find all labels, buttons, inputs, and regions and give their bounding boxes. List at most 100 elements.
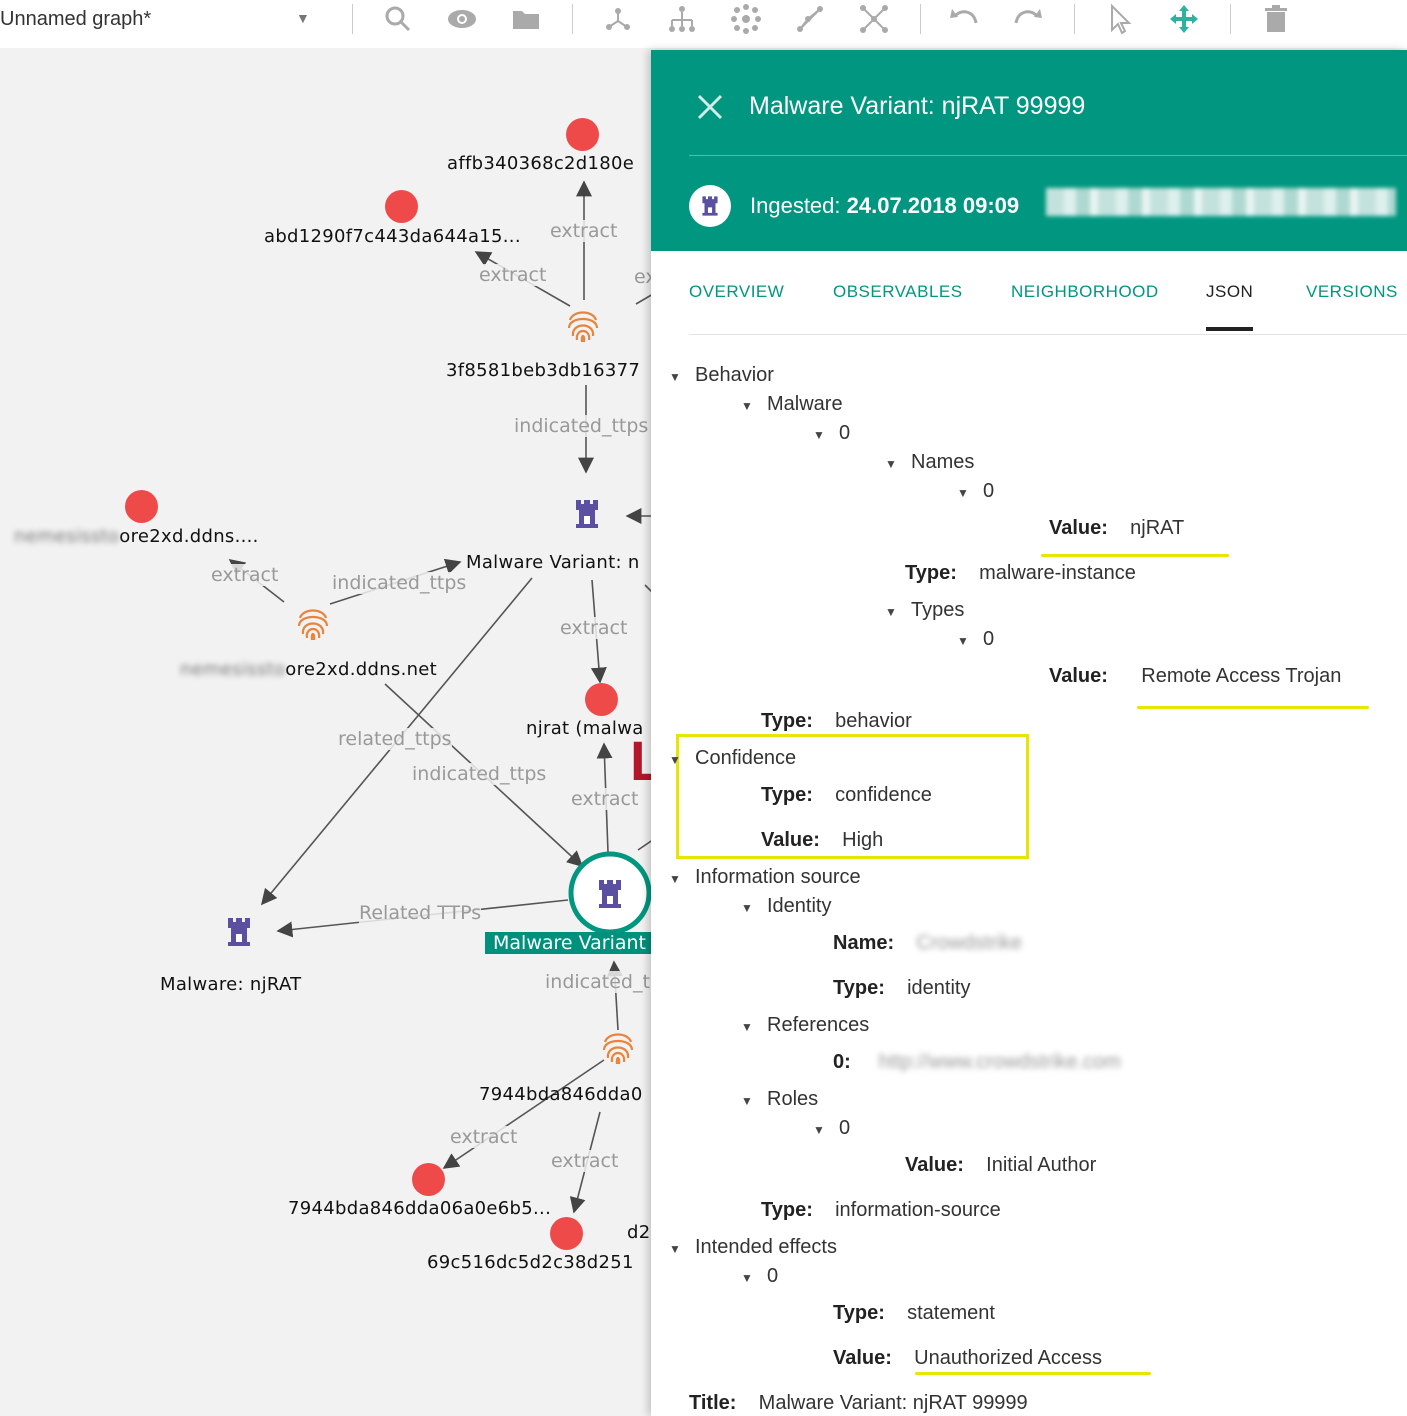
blurred-text: Crowdstrike <box>916 932 1022 954</box>
json-field: Title: Malware Variant: njRAT 99999 <box>689 1392 1028 1414</box>
caret-down-icon[interactable]: ▼ <box>669 370 695 384</box>
edge-label: indicated_ttps <box>514 415 649 437</box>
tree-node-references[interactable]: ▼ References <box>741 1014 869 1037</box>
edge-label: indicated_t <box>545 971 650 993</box>
detail-panel: Malware Variant: njRAT 99999 Ingested: 2… <box>651 50 1407 1416</box>
tab-observables[interactable]: OBSERVABLES <box>833 282 963 302</box>
tree-node-index[interactable]: ▼ 0 <box>813 422 850 445</box>
ingested-info: Ingested: 24.07.2018 09:09 <box>750 193 1019 219</box>
active-tab-indicator <box>1206 327 1253 331</box>
toolbar-divider <box>920 4 921 34</box>
blurred-text: nemesissto <box>14 526 120 547</box>
caret-down-icon[interactable]: ▼ <box>957 634 983 648</box>
caret-down-icon[interactable]: ▼ <box>885 605 911 619</box>
blurred-text: nemesissto <box>180 659 286 680</box>
json-field: Value: High <box>761 829 884 851</box>
caret-down-icon[interactable]: ▼ <box>669 872 695 886</box>
json-field: Type: information-source <box>761 1199 1001 1221</box>
caret-down-icon[interactable]: ▼ <box>813 428 839 442</box>
tree-node-index[interactable]: ▼ 0 <box>813 1117 850 1140</box>
caret-down-icon[interactable]: ▼ <box>741 399 767 413</box>
node-label: 7944bda846dda0 <box>479 1084 643 1105</box>
tree-node-behavior[interactable]: ▼ Behavior <box>669 364 774 387</box>
caret-down-icon[interactable]: ▼ <box>885 457 911 471</box>
edge-label: indicated_ttps <box>412 763 547 785</box>
caret-down-icon[interactable]: ▼ <box>741 1094 767 1108</box>
observable-node[interactable] <box>566 118 599 151</box>
path-icon[interactable] <box>794 3 826 35</box>
json-field: Value: njRAT <box>1049 517 1185 539</box>
graph-canvas[interactable]: affb340368c2d180e abd1290f7c443da644a15.… <box>0 48 660 1416</box>
json-field: 0: http://www.crowdstrike.com <box>833 1051 1121 1073</box>
node-label: nemesisstoore2xd.ddns.... <box>14 526 259 547</box>
cluster-layout-icon[interactable] <box>730 3 762 35</box>
undo-icon[interactable] <box>948 3 980 35</box>
redo-icon[interactable] <box>1012 3 1044 35</box>
tree-node-malware[interactable]: ▼ Malware <box>741 393 843 416</box>
node-label: 69c516dc5d2c38d251 <box>427 1252 634 1273</box>
node-label: nemesisstoore2xd.ddns.net <box>180 659 437 680</box>
node-label: affb340368c2d180e <box>447 153 635 174</box>
json-field: Type: statement <box>833 1302 995 1324</box>
highlight-underline <box>1041 554 1229 557</box>
tree-node-confidence[interactable]: ▼ Confidence <box>669 747 796 770</box>
node-label: 7944bda846dda06a0e6b5... <box>288 1198 552 1219</box>
castle-icon[interactable] <box>226 916 252 953</box>
edge-label: extract <box>479 264 547 286</box>
move-icon[interactable] <box>1168 3 1200 35</box>
tree-node-index[interactable]: ▼ 0 <box>957 480 994 503</box>
castle-icon[interactable] <box>574 498 600 535</box>
edge-label: extract <box>551 1150 619 1172</box>
observable-node[interactable] <box>550 1217 583 1250</box>
observable-node[interactable] <box>412 1163 445 1196</box>
node-label: njrat (malwa <box>526 718 644 739</box>
tree-node-index[interactable]: ▼ 0 <box>741 1265 778 1288</box>
close-icon[interactable] <box>693 90 727 124</box>
caret-down-icon[interactable]: ▼ <box>957 486 983 500</box>
observable-node[interactable] <box>585 683 618 716</box>
toolbar-divider <box>1230 4 1231 34</box>
trash-icon[interactable] <box>1260 3 1292 35</box>
select-pointer-icon[interactable] <box>1104 3 1136 35</box>
tree-layout-icon[interactable] <box>666 3 698 35</box>
tree-node-index[interactable]: ▼ 0 <box>957 628 994 651</box>
observable-node[interactable] <box>385 190 418 223</box>
fingerprint-icon[interactable] <box>565 306 601 349</box>
tree-node-information-source[interactable]: ▼ Information source <box>669 866 861 889</box>
caret-down-icon[interactable]: ▼ <box>741 1020 767 1034</box>
tree-node-types[interactable]: ▼ Types <box>885 599 964 622</box>
tree-node-names[interactable]: ▼ Names <box>885 451 974 474</box>
tab-json[interactable]: JSON <box>1206 282 1253 302</box>
tree-node-identity[interactable]: ▼ Identity <box>741 895 831 918</box>
node-label-text: ore2xd.ddns.net <box>285 659 438 680</box>
edge-label: extract <box>550 220 618 242</box>
edge-label: indicated_ttps <box>332 572 467 594</box>
node-label: 3f8581beb3db16377 <box>446 360 641 381</box>
expand-icon[interactable] <box>858 3 890 35</box>
castle-icon <box>689 185 731 227</box>
ingested-label: Ingested: <box>750 193 841 218</box>
caret-down-icon[interactable]: ▼ <box>741 901 767 915</box>
tab-versions[interactable]: VERSIONS <box>1306 282 1398 302</box>
json-field: Type: malware-instance <box>905 562 1136 584</box>
node-label: abd1290f7c443da644a15... <box>264 226 521 247</box>
caret-down-icon[interactable]: ▼ <box>741 1271 767 1285</box>
observable-node[interactable] <box>125 490 158 523</box>
tree-node-roles[interactable]: ▼ Roles <box>741 1088 818 1111</box>
caret-down-icon[interactable]: ▼ <box>669 753 695 767</box>
caret-down-icon[interactable]: ▼ <box>813 1123 839 1137</box>
tree-node-intended-effects[interactable]: ▼ Intended effects <box>669 1236 837 1259</box>
node-label: d2 <box>627 1222 651 1243</box>
tab-neighborhood[interactable]: NEIGHBORHOOD <box>1011 282 1159 302</box>
fingerprint-icon[interactable] <box>600 1028 636 1071</box>
edge-label: related_ttps <box>338 728 452 750</box>
tab-overview[interactable]: OVERVIEW <box>689 282 784 302</box>
json-field: Type: behavior <box>761 710 912 732</box>
node-label: Malware: njRAT <box>160 974 302 995</box>
castle-icon[interactable] <box>597 878 623 915</box>
caret-down-icon[interactable]: ▼ <box>669 1242 695 1256</box>
fingerprint-icon[interactable] <box>295 604 331 647</box>
json-field: Value: Unauthorized Access <box>833 1347 1103 1369</box>
json-field: Type: confidence <box>761 784 932 806</box>
highlight-underline <box>1137 706 1369 709</box>
